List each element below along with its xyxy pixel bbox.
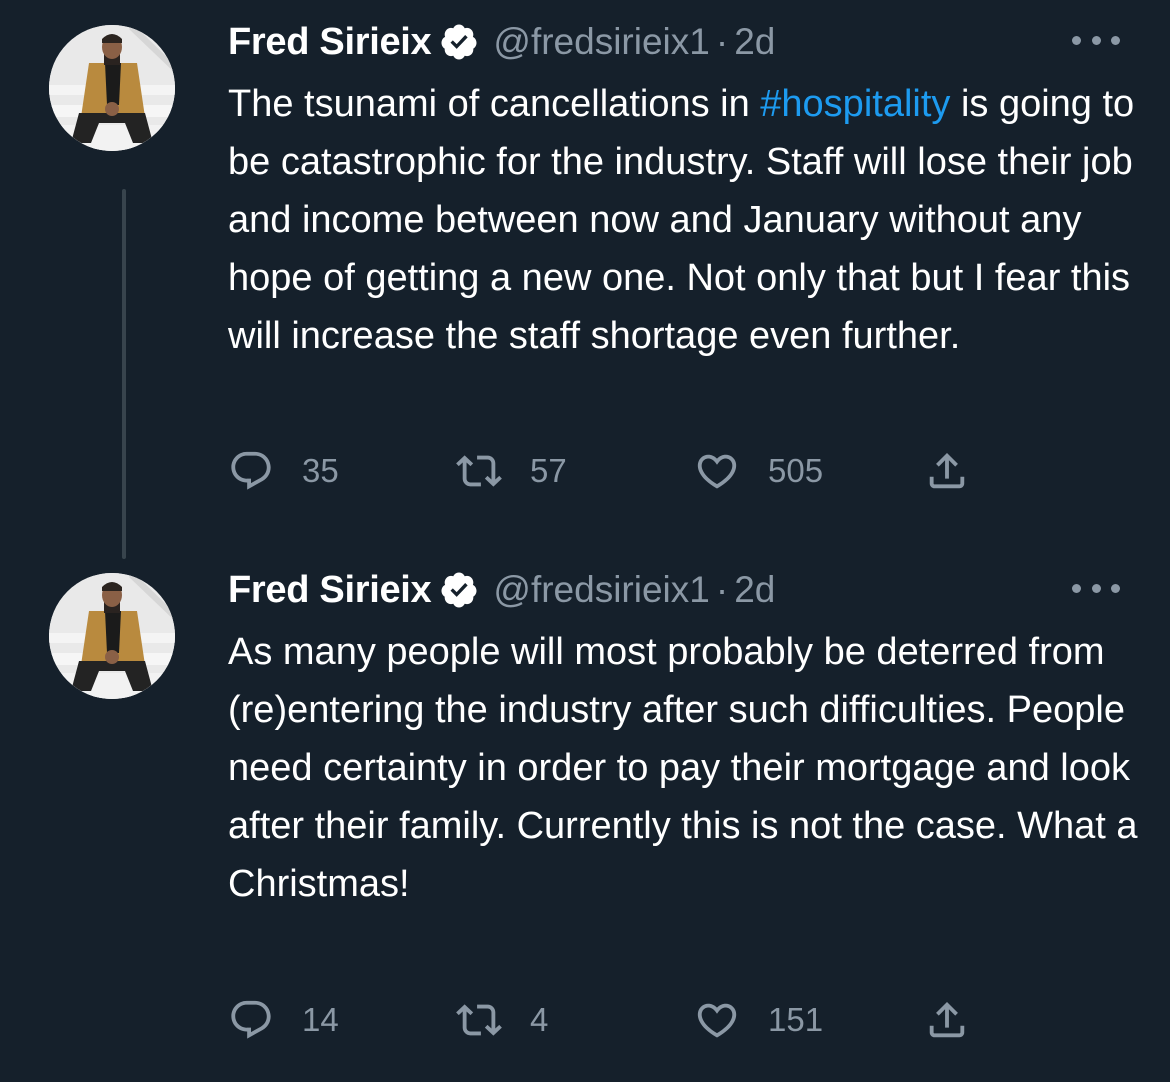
retweet-button[interactable]: 57 — [456, 447, 567, 495]
tweet[interactable]: Fred Sirieix @fredsirieix1 · 2d The tsun… — [0, 0, 1170, 559]
timestamp[interactable]: 2d — [734, 21, 775, 63]
share-button[interactable] — [924, 996, 970, 1044]
tweet[interactable]: Fred Sirieix @fredsirieix1 · 2d As many … — [0, 548, 1170, 1082]
separator-dot: · — [715, 569, 729, 610]
tweet-text: As many people will most probably be det… — [228, 631, 1138, 905]
reply-icon — [231, 451, 271, 490]
like-button[interactable]: 505 — [694, 447, 823, 495]
thread-connector-line — [122, 189, 126, 559]
tweet-text-start: The tsunami of cancellations in — [228, 83, 761, 125]
reply-button[interactable]: 14 — [228, 996, 339, 1044]
reply-count: 35 — [302, 452, 339, 489]
retweet-count: 57 — [530, 452, 567, 489]
retweet-button[interactable]: 4 — [456, 996, 548, 1044]
author-handle[interactable]: @fredsirieix1 — [493, 21, 709, 63]
more-options-icon[interactable] — [1072, 28, 1120, 52]
avatar-photo — [49, 25, 175, 151]
retweet-count: 4 — [530, 1001, 549, 1038]
like-count: 505 — [768, 452, 824, 489]
avatar[interactable] — [49, 573, 175, 699]
timestamp[interactable]: 2d — [734, 569, 775, 611]
tweet-header: Fred Sirieix @fredsirieix1 · 2d — [228, 566, 775, 614]
verified-badge-icon — [439, 570, 479, 610]
reply-icon — [231, 1000, 271, 1039]
like-count: 151 — [768, 1001, 824, 1038]
share-icon — [929, 452, 965, 489]
reply-count: 14 — [302, 1001, 339, 1038]
retweet-icon — [456, 455, 502, 487]
tweet-actions: 14 4 151 — [228, 996, 988, 1044]
reply-button[interactable]: 35 — [228, 447, 339, 495]
author-name[interactable]: Fred Sirieix — [228, 569, 432, 612]
avatar[interactable] — [49, 25, 175, 151]
like-button[interactable]: 151 — [694, 996, 823, 1044]
share-icon — [929, 1001, 965, 1038]
tweet-actions: 35 57 505 — [228, 447, 988, 495]
tweet-text: The tsunami of cancellations in #hospita… — [228, 75, 1143, 365]
like-heart-icon — [697, 1003, 737, 1038]
like-heart-icon — [697, 454, 737, 489]
separator-dot: · — [715, 21, 729, 62]
avatar-photo — [49, 573, 175, 699]
verified-badge-icon — [439, 22, 479, 62]
more-options-icon[interactable] — [1072, 576, 1120, 600]
author-name[interactable]: Fred Sirieix — [228, 21, 432, 64]
share-button[interactable] — [924, 447, 970, 495]
author-handle[interactable]: @fredsirieix1 — [493, 569, 709, 611]
tweet-header: Fred Sirieix @fredsirieix1 · 2d — [228, 18, 775, 66]
retweet-icon — [456, 1004, 502, 1036]
hashtag-link[interactable]: #hospitality — [760, 83, 950, 125]
